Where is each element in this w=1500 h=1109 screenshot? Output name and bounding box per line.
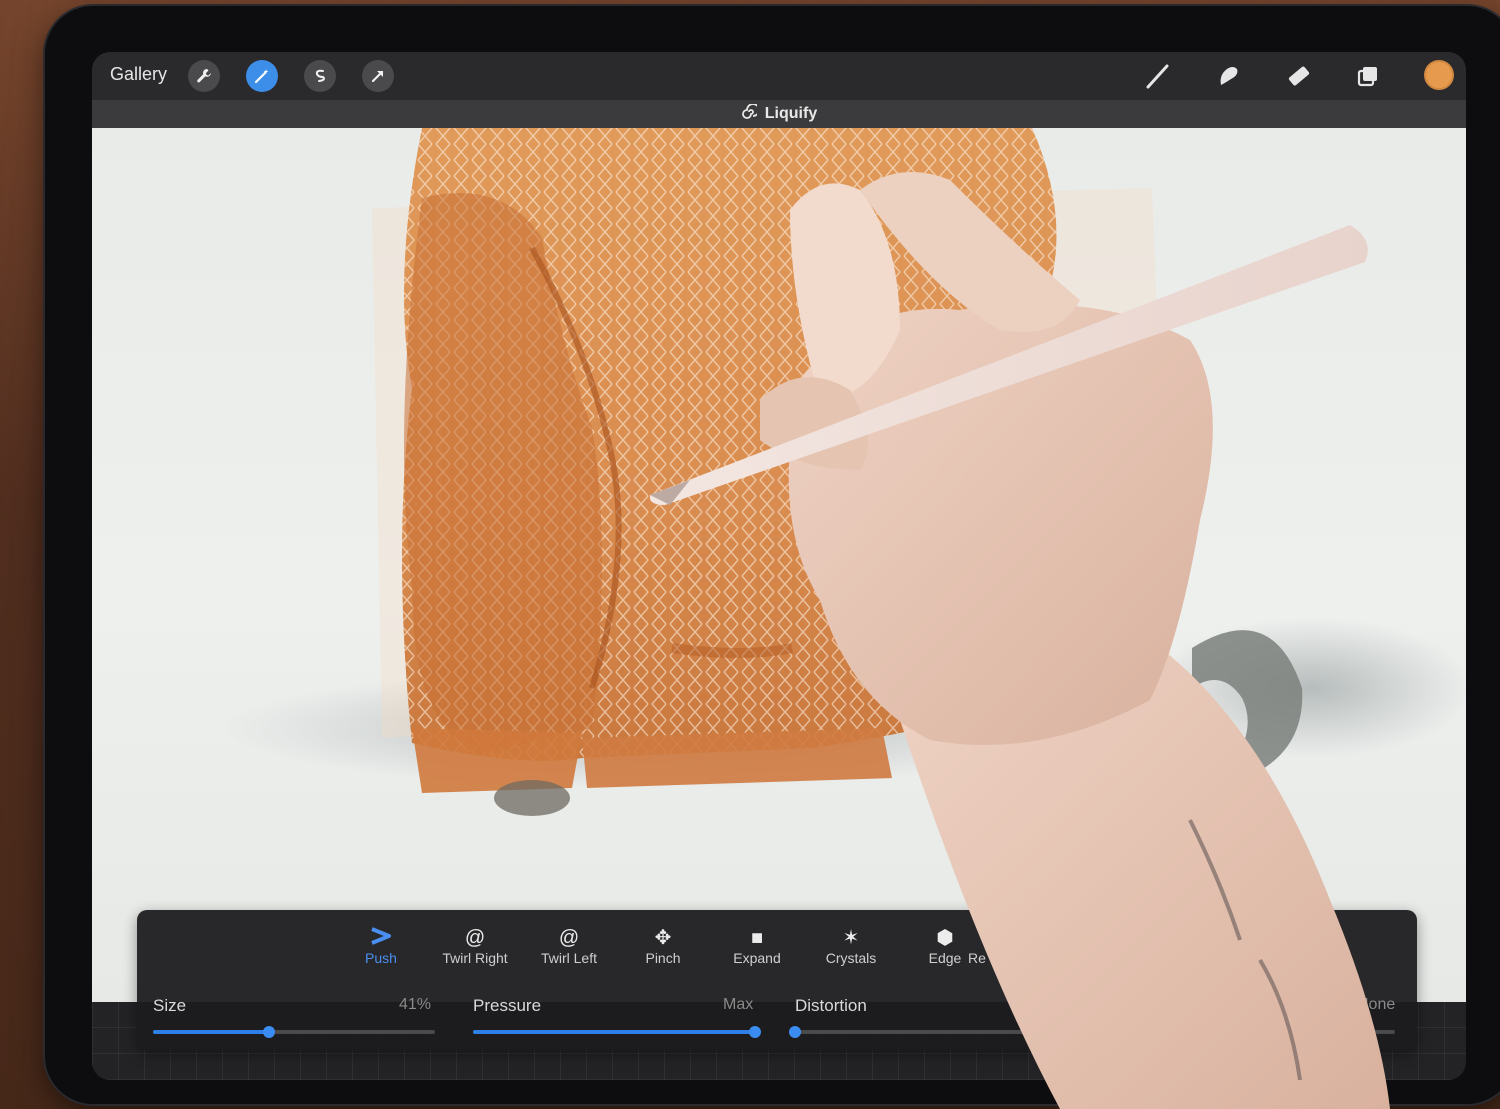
pinch-icon: ✥ (654, 927, 672, 949)
pressure-slider[interactable] (473, 1026, 761, 1038)
mode-reconstruct[interactable]: Re (947, 926, 1007, 966)
liquify-spiral-icon (741, 102, 760, 125)
pressure-label: Pressure (473, 996, 542, 1015)
liquify-panel: Push @ Twirl Right @ Twirl Left ✥ Pinch … (137, 910, 1417, 1050)
distortion-slider-knob[interactable] (789, 1026, 801, 1038)
liquify-mode-bar: Liquify (92, 100, 1466, 128)
expand-icon: ■ (750, 927, 764, 949)
distortion-label: Distortion (795, 996, 867, 1015)
cat-paw (494, 780, 570, 816)
size-value: 41% (399, 996, 432, 1013)
pressure-slider-fill (473, 1030, 755, 1034)
mode-twirl-right[interactable]: @ Twirl Right (431, 926, 519, 966)
mode-pinch[interactable]: ✥ Pinch (619, 926, 707, 966)
magic-wand-icon[interactable] (246, 60, 278, 92)
distortion-slider[interactable] (789, 1026, 1395, 1038)
wrench-icon[interactable] (188, 60, 220, 92)
size-label: Size (153, 996, 187, 1015)
distortion-value: None (1357, 996, 1396, 1013)
pressure-value: Max (723, 996, 754, 1013)
size-slider-knob[interactable] (262, 1026, 275, 1038)
mode-push[interactable]: Push (337, 926, 425, 966)
pressure-slider-knob[interactable] (749, 1026, 761, 1038)
brush-icon[interactable] (1140, 58, 1176, 94)
eraser-icon[interactable] (1280, 58, 1316, 94)
gallery-button[interactable]: Gallery (110, 64, 167, 85)
size-slider[interactable] (153, 1026, 435, 1038)
ipad-screen: Gallery Liquify Push @ Twirl Right @ Twi… (92, 52, 1466, 1080)
mode-expand[interactable]: ■ Expand (713, 926, 801, 966)
mode-title: Liquify (764, 105, 818, 122)
smudge-icon[interactable] (1210, 58, 1246, 94)
mode-crystals[interactable]: ✶ Crystals (807, 926, 895, 966)
sweater-cuff (412, 728, 582, 793)
layers-icon[interactable] (1350, 58, 1386, 94)
color-swatch[interactable] (1424, 60, 1454, 90)
push-icon (337, 926, 425, 950)
selection-icon[interactable] (304, 60, 336, 92)
size-slider-fill (153, 1030, 269, 1034)
sweater-hem (582, 728, 892, 788)
reconstruct-icon (947, 926, 1007, 950)
transform-arrow-icon[interactable] (362, 60, 394, 92)
crystals-icon: ✶ (842, 927, 860, 949)
twirl-left-icon: @ (558, 927, 580, 949)
top-toolbar: Gallery (92, 52, 1466, 100)
mode-twirl-left[interactable]: @ Twirl Left (525, 926, 613, 966)
twirl-right-icon: @ (464, 927, 486, 949)
